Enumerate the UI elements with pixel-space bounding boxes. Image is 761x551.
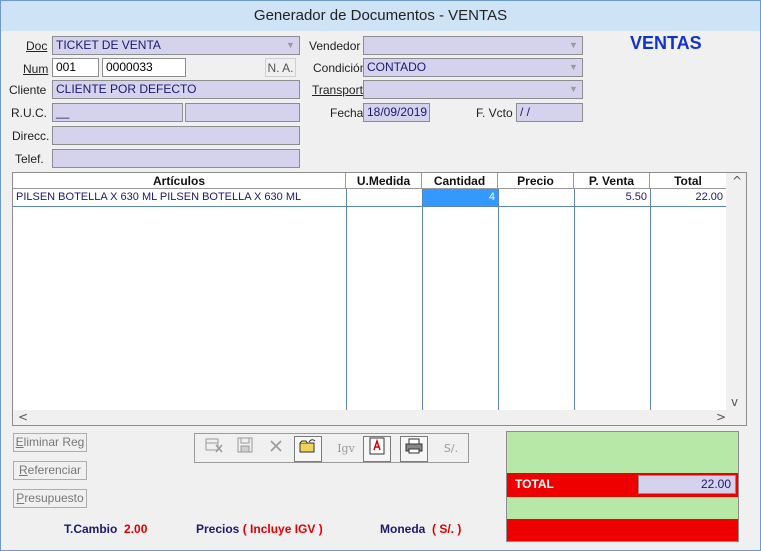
num-number-input[interactable]: 0000033 (102, 58, 186, 77)
num-series-input[interactable]: 001 (52, 58, 99, 77)
telef-input[interactable] (52, 149, 300, 168)
fecha-input[interactable]: 18/09/2019 (363, 103, 430, 122)
col-header-pventa[interactable]: P. Venta (574, 173, 650, 189)
precios-info: Precios ( Incluye IGV ) (196, 522, 323, 536)
pdf-icon[interactable] (363, 436, 391, 462)
grid-header: Artículos U.Medida Cantidad Precio P. Ve… (13, 173, 727, 189)
open-folder-icon[interactable] (294, 436, 322, 462)
col-header-precio[interactable]: Precio (498, 173, 574, 189)
window-title: Generador de Documentos - VENTAS (1, 1, 760, 31)
telef-label: Telef. (15, 152, 44, 166)
print-icon[interactable] (400, 436, 428, 462)
total-value: 22.00 (638, 475, 736, 494)
tcambio-value: 2.00 (124, 522, 148, 536)
fecha-label: Fecha (330, 106, 364, 120)
condicion-label: Condición (313, 61, 367, 75)
precios-value: ( Incluye IGV ) (242, 522, 323, 536)
scroll-up-icon[interactable]: ^ (732, 174, 742, 188)
cancel-icon[interactable] (262, 436, 290, 462)
column-divider (498, 189, 499, 411)
column-divider (574, 189, 575, 411)
direcc-label: Direcc. (12, 129, 50, 143)
cliente-label: Cliente (9, 83, 47, 97)
col-header-total[interactable]: Total (650, 173, 727, 189)
referenciar-button[interactable]: Referenciar (13, 461, 87, 480)
col-header-articulos[interactable]: Artículos (13, 173, 346, 189)
vendedor-combo[interactable]: ▼ (363, 36, 583, 55)
ruc-label: R.U.C. (11, 106, 47, 120)
transport-combo[interactable]: ▼ (363, 80, 583, 99)
eliminar-reg-button[interactable]: Eliminar Reg (13, 433, 87, 452)
scroll-down-icon[interactable]: v (731, 395, 738, 409)
vendedor-label: Vendedor (309, 39, 361, 53)
col-header-umedida[interactable]: U.Medida (346, 173, 422, 189)
col-header-cantidad[interactable]: Cantidad (422, 173, 498, 189)
presupuesto-button[interactable]: Presupuesto (13, 489, 87, 508)
toolbar: Igv S/. (194, 433, 469, 463)
cliente-input[interactable]: CLIENTE POR DEFECTO (52, 80, 300, 99)
save-icon[interactable] (231, 436, 259, 462)
moneda-value: ( S/. ) (432, 522, 462, 536)
cell-umedida[interactable] (347, 189, 422, 206)
fvcto-input[interactable]: / / (516, 103, 583, 122)
bottom-band (507, 519, 738, 541)
column-divider (346, 189, 347, 411)
column-divider (650, 189, 651, 411)
app-window: Generador de Documentos - VENTAS Doc Num… (0, 0, 761, 551)
cell-pventa[interactable]: 5.50 (575, 189, 650, 206)
scroll-left-icon[interactable]: < (18, 410, 28, 424)
row-separator (13, 206, 727, 207)
items-grid[interactable]: Artículos U.Medida Cantidad Precio P. Ve… (12, 172, 747, 426)
column-divider (422, 189, 423, 411)
condicion-value: CONTADO (367, 60, 427, 74)
currency-icon[interactable]: S/. (437, 436, 465, 462)
page-title: VENTAS (630, 33, 702, 53)
scroll-right-icon[interactable]: > (716, 410, 726, 424)
vertical-scrollbar[interactable]: ^ v (726, 173, 746, 411)
cell-articulo[interactable]: PILSEN BOTELLA X 630 ML PILSEN BOTELLA X… (13, 189, 346, 206)
chevron-down-icon[interactable]: ▼ (566, 60, 581, 75)
moneda-info: Moneda ( S/. ) (380, 522, 462, 536)
cell-precio[interactable] (499, 189, 574, 206)
doc-value: TICKET DE VENTA (56, 38, 161, 52)
chevron-down-icon[interactable]: ▼ (566, 38, 581, 53)
doc-combo[interactable]: TICKET DE VENTA ▼ (52, 36, 300, 55)
chevron-down-icon[interactable]: ▼ (283, 38, 298, 53)
total-label: TOTAL (515, 477, 554, 491)
ruc-extra-input[interactable] (185, 103, 300, 122)
transport-label: Transport. (312, 83, 367, 97)
na-label: N. A. (265, 58, 296, 77)
condicion-combo[interactable]: CONTADO ▼ (363, 58, 583, 77)
direcc-input[interactable] (52, 126, 300, 145)
doc-label: Doc (26, 39, 48, 53)
cell-cantidad[interactable]: 4 (423, 189, 498, 206)
grid-delete-icon[interactable] (200, 436, 228, 462)
num-label: Num (23, 62, 49, 76)
igv-icon[interactable]: Igv (332, 436, 360, 462)
chevron-down-icon[interactable]: ▼ (566, 82, 581, 97)
totals-panel: TOTAL 22.00 (506, 431, 739, 542)
fvcto-label: F. Vcto (476, 106, 513, 120)
total-band: TOTAL 22.00 (507, 473, 738, 497)
cell-total[interactable]: 22.00 (651, 189, 726, 206)
tcambio-info: T.Cambio 2.00 (64, 522, 148, 536)
horizontal-scrollbar[interactable]: < > (13, 410, 746, 425)
ruc-input[interactable]: __ (52, 103, 183, 122)
